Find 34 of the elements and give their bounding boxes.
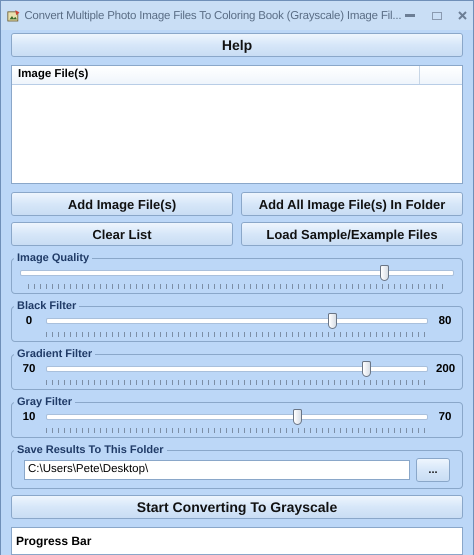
progress-label: Progress Bar — [16, 534, 92, 548]
close-icon[interactable] — [458, 11, 467, 20]
slider[interactable] — [20, 264, 454, 282]
slider-thumb[interactable] — [328, 313, 336, 329]
slider[interactable] — [46, 312, 428, 330]
max-label: 200 — [436, 363, 454, 375]
slider-thumb[interactable] — [293, 409, 302, 425]
group-title: Save Results To This Folder — [16, 444, 164, 456]
slider[interactable] — [46, 408, 428, 426]
help-button[interactable]: Help — [11, 33, 463, 57]
app-icon — [7, 8, 20, 24]
browse-button[interactable]: ... — [416, 458, 450, 482]
slider[interactable] — [46, 360, 428, 378]
action-button[interactable]: Load Sample/Example Files — [241, 222, 463, 246]
max-label: 80 — [438, 315, 452, 327]
min-label: 70 — [22, 363, 36, 375]
group-title: Image Quality — [16, 252, 90, 264]
min-label: 0 — [24, 315, 34, 327]
file-list[interactable]: Image File(s) — [11, 65, 463, 184]
maximize-icon[interactable] — [432, 12, 442, 20]
action-button[interactable]: Clear List — [11, 222, 233, 246]
group-title: Gray Filter — [16, 396, 74, 408]
action-button[interactable]: Add All Image File(s) In Folder — [241, 192, 463, 216]
group-title: Black Filter — [16, 300, 78, 312]
action-button[interactable]: Add Image File(s) — [11, 192, 233, 216]
max-label: 70 — [438, 411, 452, 423]
minimize-icon[interactable] — [405, 14, 416, 17]
folder-path-field[interactable]: C:\Users\Pete\Desktop\ — [24, 460, 410, 480]
start-button[interactable]: Start Converting To Grayscale — [11, 495, 463, 519]
group-title: Gradient Filter — [16, 348, 94, 360]
slider-thumb[interactable] — [362, 361, 371, 377]
slider-thumb[interactable] — [380, 265, 389, 281]
window-title: Convert Multiple Photo Image Files To Coloring Book (Grayscale) Image Fil... — [24, 10, 402, 22]
min-label: 10 — [22, 411, 36, 423]
